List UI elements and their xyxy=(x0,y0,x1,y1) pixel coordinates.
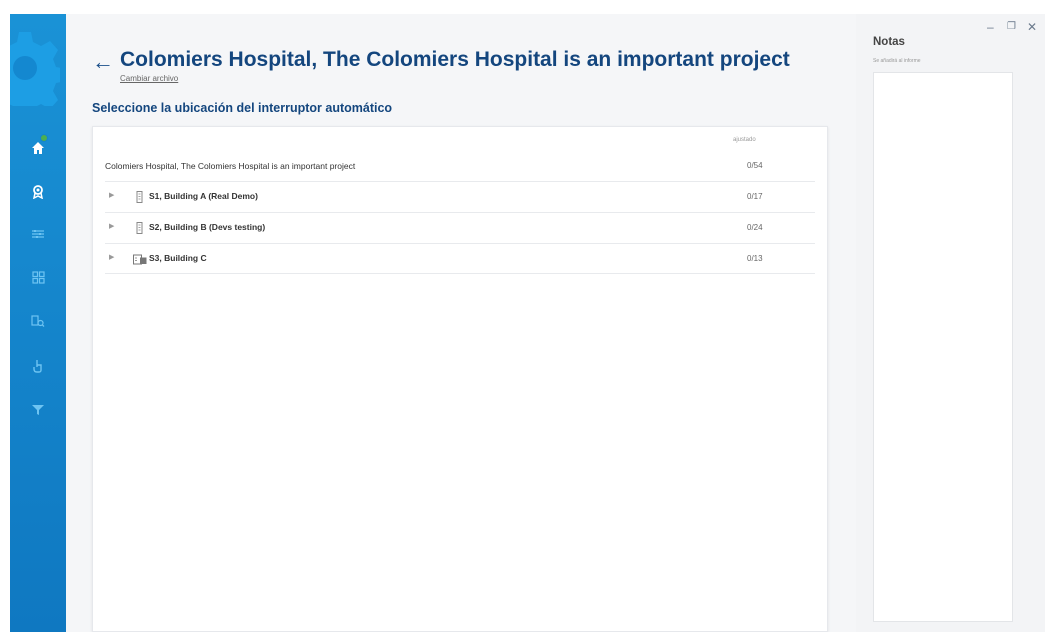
back-button[interactable]: ← xyxy=(92,51,114,73)
location-label: S1, Building A (Real Demo) xyxy=(149,191,258,201)
sidebar-item-filter[interactable] xyxy=(26,398,50,422)
notes-panel: – ❐ ✕ Notas Se añadirá al informe xyxy=(856,14,1045,632)
home-icon xyxy=(32,142,44,154)
award-icon xyxy=(33,185,43,199)
location-count: 0/13 xyxy=(747,254,763,263)
building-icon xyxy=(136,191,143,203)
touch-icon xyxy=(33,360,42,373)
location-count: 0/24 xyxy=(747,223,763,232)
window-controls: – ❐ ✕ xyxy=(985,20,1045,36)
page-title: Colomiers Hospital, The Colomiers Hospit… xyxy=(120,48,790,71)
location-count: 0/17 xyxy=(747,192,763,201)
sidebar-item-dashboard[interactable] xyxy=(26,265,50,289)
sidebar xyxy=(10,14,66,632)
search-icon xyxy=(31,314,45,327)
notes-hint: Se añadirá al informe xyxy=(873,58,921,64)
sidebar-item-award[interactable] xyxy=(26,180,50,204)
location-row-s2[interactable]: ▶ S2, Building B (Devs testing) 0/24 xyxy=(105,212,815,243)
location-label: S2, Building B (Devs testing) xyxy=(149,222,266,232)
sidebar-item-search[interactable] xyxy=(26,309,50,333)
location-label: S3, Building C xyxy=(149,253,207,263)
notes-title: Notas xyxy=(873,36,905,48)
expand-caret-icon[interactable]: ▶ xyxy=(109,253,114,261)
column-header: ajustado xyxy=(733,137,756,143)
sidebar-item-settings[interactable] xyxy=(26,222,50,246)
notes-textarea[interactable] xyxy=(873,72,1013,622)
location-tree-card: ajustado Colomiers Hospital, The Colomie… xyxy=(92,126,828,632)
grid-icon xyxy=(31,270,45,284)
change-file-link[interactable]: Cambiar archivo xyxy=(120,74,178,83)
folder-building-icon xyxy=(133,254,147,265)
close-icon[interactable]: ✕ xyxy=(1027,20,1037,34)
building-icon xyxy=(136,222,143,234)
minimize-icon[interactable]: – xyxy=(987,20,994,34)
expand-caret-icon[interactable]: ▶ xyxy=(109,222,114,230)
location-row-s1[interactable]: ▶ S1, Building A (Real Demo) 0/17 xyxy=(105,181,815,212)
gear-logo-icon xyxy=(10,24,66,114)
restore-icon[interactable]: ❐ xyxy=(1007,20,1016,34)
expand-caret-icon[interactable]: ▶ xyxy=(109,191,114,199)
sidebar-item-touch[interactable] xyxy=(26,354,50,378)
sliders-icon xyxy=(32,230,44,238)
project-row[interactable]: Colomiers Hospital, The Colomiers Hospit… xyxy=(105,157,815,181)
app-window: ← Colomiers Hospital, The Colomiers Hosp… xyxy=(10,14,1045,632)
project-count: 0/54 xyxy=(747,161,763,170)
sidebar-item-home[interactable] xyxy=(26,134,50,160)
main-content: ← Colomiers Hospital, The Colomiers Hosp… xyxy=(66,14,856,632)
location-row-s3[interactable]: ▶ S3, Building C 0/13 xyxy=(105,243,815,274)
filter-icon xyxy=(32,405,44,415)
section-title: Seleccione la ubicación del interruptor … xyxy=(92,101,393,115)
project-name: Colomiers Hospital, The Colomiers Hospit… xyxy=(105,161,356,171)
notification-badge xyxy=(40,134,48,142)
